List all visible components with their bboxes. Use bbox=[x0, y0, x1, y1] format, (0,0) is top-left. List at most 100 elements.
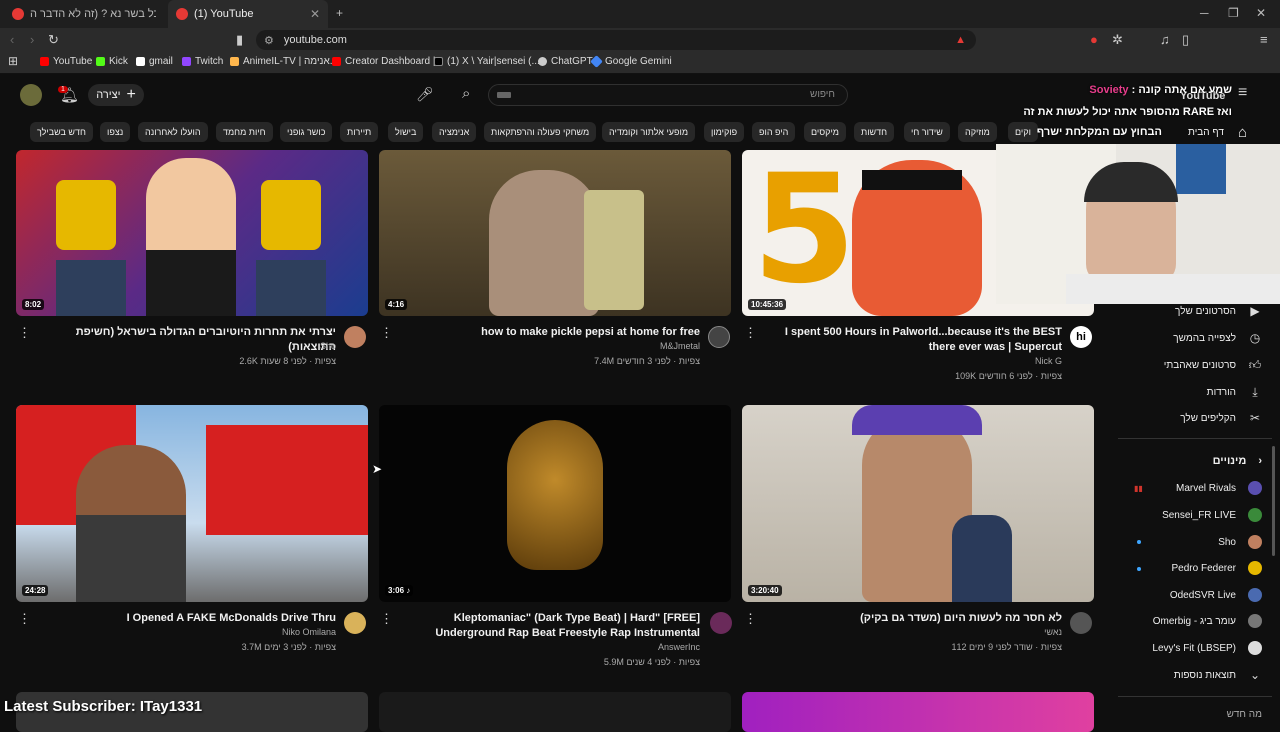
subscriptions-header[interactable]: מינויים › bbox=[1213, 455, 1262, 467]
close-window-icon[interactable]: ✕ bbox=[1256, 6, 1266, 20]
sidebar-divider bbox=[1118, 696, 1272, 697]
bookmark-icon[interactable]: ▮ bbox=[236, 32, 243, 48]
video-title[interactable]: I Opened A FAKE McDonalds Drive Thru bbox=[30, 611, 336, 626]
channel-name[interactable]: Niko Omilana bbox=[30, 627, 336, 637]
subscription-item[interactable]: Pedro Federer bbox=[1172, 561, 1262, 575]
video-thumbnail[interactable]: 4:16 bbox=[379, 150, 731, 316]
chip[interactable]: הועלו לאחרונה bbox=[138, 122, 208, 142]
forward-icon[interactable]: › bbox=[30, 32, 34, 47]
browser-tab[interactable]: רונן אוכל בשר נא ? (זה לא הדבר ה bbox=[4, 0, 164, 28]
subscription-item[interactable]: Marvel Rivals bbox=[1176, 481, 1262, 495]
account-avatar[interactable] bbox=[20, 84, 42, 106]
apps-grid-icon[interactable]: ⊞ bbox=[8, 54, 18, 68]
channel-avatar[interactable] bbox=[344, 612, 366, 634]
channel-avatar[interactable] bbox=[710, 612, 732, 634]
chip[interactable]: וקים bbox=[1008, 122, 1038, 142]
channel-name[interactable]: M&Jmetal bbox=[392, 341, 700, 351]
minimize-icon[interactable]: ─ bbox=[1200, 6, 1209, 20]
bookmark-item[interactable]: Twitch bbox=[182, 56, 223, 67]
sidebar-item-liked[interactable]: סרטונים שאהבתי 👍︎ bbox=[1164, 358, 1262, 372]
guide-menu-icon[interactable]: ≡ bbox=[1238, 84, 1247, 102]
subscription-item[interactable]: Omerbig - עומר ביג bbox=[1153, 614, 1262, 628]
sidebar-item-clips[interactable]: הקליפים שלך ✂ bbox=[1180, 411, 1262, 425]
channel-avatar[interactable] bbox=[1070, 612, 1092, 634]
search-clear-icon[interactable] bbox=[497, 92, 511, 98]
video-thumbnail[interactable]: 3:06 ♪ bbox=[379, 405, 731, 602]
search-icon[interactable]: ⌕ bbox=[462, 85, 470, 102]
channel-avatar[interactable] bbox=[708, 326, 730, 348]
reload-icon[interactable]: ↻ bbox=[48, 32, 59, 48]
bookmark-item[interactable]: YouTube bbox=[40, 56, 92, 67]
channel-name[interactable]: AnswerInc bbox=[392, 642, 700, 652]
search-input[interactable]: חיפוש bbox=[488, 84, 848, 106]
new-tab-button[interactable]: + bbox=[336, 6, 343, 20]
chip[interactable]: חיות מחמד bbox=[216, 122, 273, 142]
chip[interactable]: מיקסים bbox=[804, 122, 846, 142]
chip[interactable]: חדשות bbox=[854, 122, 895, 142]
sidebar-scrollbar[interactable] bbox=[1272, 446, 1275, 556]
extension-icon[interactable]: ● bbox=[1090, 32, 1098, 47]
bookmark-item[interactable]: ChatGPT bbox=[538, 56, 593, 67]
video-title[interactable]: I spent 500 Hours in Palworld...because … bbox=[756, 325, 1062, 355]
video-meta: 5.9M צפיות · לפני 4 שנים bbox=[603, 657, 700, 667]
chip[interactable]: בישול bbox=[388, 122, 424, 142]
video-thumbnail[interactable] bbox=[379, 692, 731, 732]
subscription-item[interactable]: OdedSVR Live bbox=[1170, 588, 1262, 602]
channel-avatar[interactable] bbox=[344, 326, 366, 348]
video-title[interactable]: לא חסר מה לעשות היום (משדר גם בקיק) bbox=[756, 611, 1062, 626]
close-icon[interactable]: ✕ bbox=[310, 7, 320, 21]
microphone-icon[interactable]: 🎤︎ bbox=[416, 86, 434, 103]
sidebar-home-label[interactable]: דף הבית bbox=[1188, 127, 1224, 138]
tab-title: רונן אוכל בשר נא ? (זה לא הדבר ה bbox=[30, 8, 156, 20]
restore-icon[interactable]: ❐ bbox=[1228, 6, 1239, 20]
video-meta: 109K צפיות · לפני 6 חודשים bbox=[955, 371, 1062, 381]
bookmark-item[interactable]: gmail bbox=[136, 56, 173, 67]
channel-name[interactable]: נאשי bbox=[756, 627, 1062, 637]
video-thumbnail[interactable]: 24:28 bbox=[16, 405, 368, 602]
chip[interactable]: מופעי אלתור וקומדיה bbox=[602, 122, 696, 142]
video-title[interactable]: [FREE] "Kleptomaniac" (Dark Type Beat) |… bbox=[392, 611, 700, 641]
chip[interactable]: כושר גופני bbox=[280, 122, 333, 142]
chip[interactable]: מוזיקה bbox=[958, 122, 997, 142]
site-info-icon[interactable]: ⚙ bbox=[264, 34, 274, 47]
subscription-item[interactable]: Sensei_FR LIVE bbox=[1162, 508, 1262, 522]
channel-name[interactable]: Sho bbox=[30, 341, 336, 351]
chip[interactable]: פוקימון bbox=[704, 122, 745, 142]
sidebar-item-watch-later[interactable]: לצפייה בהמשך ◷ bbox=[1173, 331, 1262, 345]
chip[interactable]: שידור חי bbox=[904, 122, 950, 142]
chip[interactable]: תיירות bbox=[340, 122, 379, 142]
video-thumbnail[interactable] bbox=[742, 692, 1094, 732]
bookmark-item[interactable]: Google Gemini bbox=[590, 55, 672, 68]
subscription-item[interactable]: Levy's Fit (LBSEP) bbox=[1152, 641, 1262, 655]
bookmark-item[interactable]: AnimeIL-TV | אנימה... bbox=[230, 56, 338, 67]
sidebar-item-your-videos[interactable]: הסרטונים שלך ▶ bbox=[1175, 304, 1262, 318]
show-more-button[interactable]: תוצאות נוספות ⌄ bbox=[1174, 668, 1262, 682]
browser-tab-active[interactable]: (1) YouTube ✕ bbox=[168, 0, 328, 28]
channel-name[interactable]: Nick G bbox=[756, 356, 1062, 366]
media-icon[interactable]: ♫ bbox=[1160, 32, 1170, 47]
chip[interactable]: חדש בשבילך bbox=[30, 122, 93, 142]
home-icon[interactable]: ⌂ bbox=[1238, 124, 1247, 141]
video-thumbnail[interactable]: 8:02 bbox=[16, 150, 368, 316]
brave-shield-icon[interactable]: ▲ bbox=[955, 34, 966, 46]
chip[interactable]: אנימציה bbox=[432, 122, 477, 142]
chip[interactable]: נצפו bbox=[100, 122, 131, 142]
mouse-cursor-icon: ➤ bbox=[372, 462, 383, 476]
video-title[interactable]: how to make pickle pepsi at home for fre… bbox=[392, 325, 700, 340]
sidebar-divider bbox=[1118, 438, 1272, 439]
channel-avatar[interactable]: hi bbox=[1070, 326, 1092, 348]
sidebar-item-downloads[interactable]: הורדות ⤓ bbox=[1207, 385, 1262, 399]
bookmark-item[interactable]: Kick bbox=[96, 56, 128, 67]
bookmark-item[interactable]: (1) X \ Yair|sensei (... bbox=[434, 56, 540, 67]
video-thumbnail[interactable]: 3:20:40 bbox=[742, 405, 1094, 602]
chip[interactable]: היפ הופ bbox=[752, 122, 796, 142]
chip[interactable]: משחקי פעולה והרפתקאות bbox=[484, 122, 597, 142]
extensions-puzzle-icon[interactable]: ✲ bbox=[1112, 32, 1123, 48]
subscription-item[interactable]: Sho bbox=[1218, 535, 1262, 549]
menu-icon[interactable]: ≡ bbox=[1260, 32, 1268, 47]
sidebar-icon[interactable]: ▯ bbox=[1182, 32, 1189, 48]
address-bar[interactable]: ⚙ youtube.com ▲ bbox=[256, 30, 976, 50]
back-icon[interactable]: ‹ bbox=[10, 32, 14, 47]
bookmark-item[interactable]: Creator Dashboard |... bbox=[332, 56, 444, 67]
create-button[interactable]: יצירה + bbox=[88, 84, 144, 106]
